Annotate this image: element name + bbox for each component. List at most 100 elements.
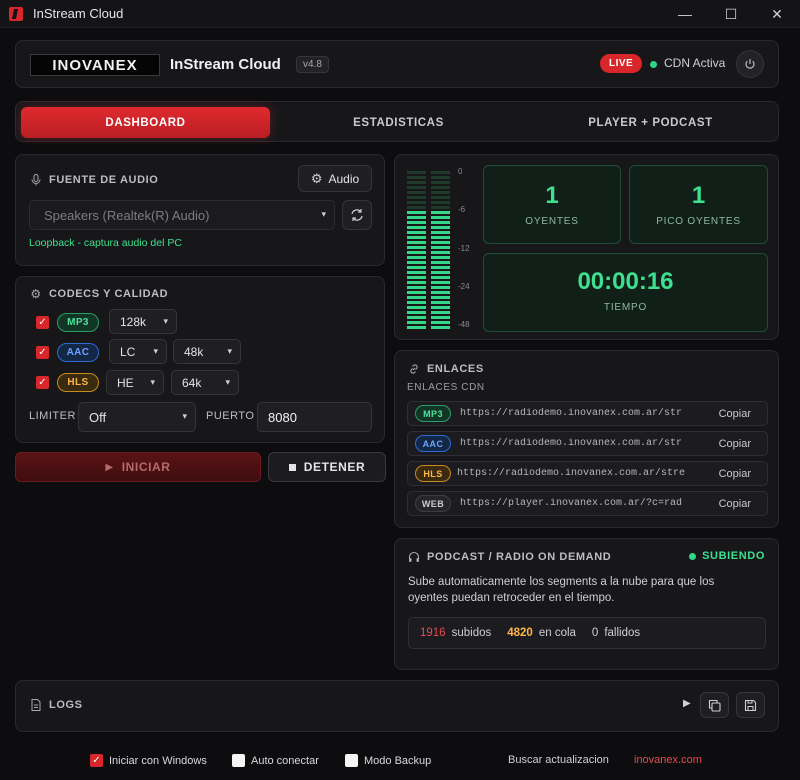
chevron-down-icon: ▾ [150,376,155,387]
listeners-label: OYENTES [525,216,579,227]
header-panel: INOVANEX InStream Cloud v4.8 LIVE CDN Ac… [15,40,779,88]
start-with-windows-checkbox[interactable]: ✓ [90,754,103,767]
stop-button[interactable]: DETENER [268,452,386,482]
copy-link-button[interactable]: Copiar [719,408,751,420]
meter-segment [431,231,450,234]
copy-link-button[interactable]: Copiar [719,498,751,510]
link-row: HLS https://radiodemo.inovanex.com.ar/st… [407,461,768,486]
audio-source-title: FUENTE DE AUDIO [29,173,158,187]
mp3-bitrate-select[interactable]: 128k ▾ [109,309,177,334]
meter-segment [431,271,450,274]
time-card: 00:00:16 TIEMPO [483,253,768,332]
upload-status: SUBIENDO [689,550,765,562]
copy-logs-button[interactable] [700,692,729,718]
auto-connect-checkbox[interactable] [232,754,245,767]
meter-segment [431,221,450,224]
meter-segment [431,291,450,294]
aac-bitrate-select[interactable]: 48k ▾ [173,339,241,364]
port-input[interactable]: 8080 [257,402,372,432]
app-logo-icon [9,6,23,21]
meter-segment [431,186,450,189]
link-url: https://player.inovanex.com.ar/?c=radiod… [460,498,682,509]
meter-segment [407,226,426,229]
podcast-title: PODCAST / RADIO ON DEMAND [407,550,611,564]
meter-segment [431,206,450,209]
meter-scale-label: -24 [458,282,470,291]
meter-segment [431,276,450,279]
failed-count: 0 [591,627,599,639]
meter-scale-label: -12 [458,244,470,253]
audio-settings-button[interactable]: ⚙ Audio [298,165,372,192]
tab-dashboard[interactable]: DASHBOARD [21,107,270,138]
maximize-button[interactable]: ☐ [708,0,754,28]
backup-mode-checkbox[interactable] [345,754,358,767]
expand-logs-icon[interactable]: ▶ [683,698,691,709]
queued-label: en cola [538,627,576,639]
uploaded-count: 1916 [420,627,446,639]
tab-player-podcast[interactable]: PLAYER + PODCAST [526,107,775,138]
meter-segment [407,291,426,294]
copy-link-button[interactable]: Copiar [719,438,751,450]
mp3-enable-checkbox[interactable]: ✓ [36,316,49,329]
close-button[interactable]: ✕ [754,0,800,28]
cdn-status-dot [650,61,657,68]
start-button[interactable]: ▶ INICIAR [15,452,261,482]
meter-segment [431,251,450,254]
meter-segment [407,246,426,249]
meter-segment [407,241,426,244]
meter-segment [407,171,426,174]
meter-segment [431,316,450,319]
gear-icon: ⚙ [310,170,323,186]
auto-connect-option[interactable]: Auto conectar [232,754,319,767]
limiter-select[interactable]: Off ▾ [78,402,196,432]
queued-count: 4820 [507,627,533,639]
hls-enable-checkbox[interactable]: ✓ [36,376,49,389]
codecs-panel: ⚙ CODECS Y CALIDAD ✓ MP3 128k ▾ ✓ AAC LC ▾… [15,276,385,443]
live-badge: LIVE [600,54,643,73]
check-updates-link[interactable]: Buscar actualizacion [508,754,609,766]
minimize-button[interactable]: — [662,0,708,28]
meter-scale-label: -6 [458,205,466,214]
power-button[interactable] [736,50,764,78]
refresh-devices-button[interactable] [342,200,372,230]
link-row: AAC https://radiodemo.inovanex.com.ar/st… [407,431,768,456]
listeners-value: 1 [545,182,559,209]
meter-scale-label: 0 [458,167,463,176]
aac-enable-checkbox[interactable]: ✓ [36,346,49,359]
aac-profile-select[interactable]: LC ▾ [109,339,167,364]
meter-segment [431,176,450,179]
website-link[interactable]: inovanex.com [634,754,702,766]
meter-segment [407,236,426,239]
copy-icon [708,699,721,712]
meter-segment [431,191,450,194]
copy-link-button[interactable]: Copiar [719,468,751,480]
refresh-icon [351,209,363,221]
backup-mode-option[interactable]: Modo Backup [345,754,431,767]
meter-segment [431,236,450,239]
meter-segment [407,326,426,329]
meter-segment [431,261,450,264]
app-name: InStream Cloud [170,56,281,73]
meter-segment [407,201,426,204]
title-bar: InStream Cloud — ☐ ✕ [0,0,800,28]
elapsed-time-label: TIEMPO [603,302,648,313]
meter-segment [407,266,426,269]
podcast-description: Sube automaticamente los segments a la n… [408,576,715,604]
meter-segment [431,171,450,174]
links-subtitle: ENLACES CDN [407,382,485,393]
podcast-panel: PODCAST / RADIO ON DEMAND SUBIENDO Sube … [394,538,779,670]
meter-segment [407,311,426,314]
audio-device-select[interactable]: Speakers (Realtek(R) Audio) ▾ [29,200,335,230]
link-badge-web: WEB [415,495,451,512]
save-logs-button[interactable] [736,692,765,718]
start-with-windows-option[interactable]: ✓ Iniciar con Windows [90,754,207,767]
stop-icon [288,463,296,471]
hls-bitrate-select[interactable]: 64k ▾ [171,370,239,395]
tab-estadisticas[interactable]: ESTADISTICAS [276,107,521,138]
meter-segment [407,261,426,264]
hls-profile-select[interactable]: HE ▾ [106,370,164,395]
save-icon [744,699,757,711]
audio-source-panel: FUENTE DE AUDIO ⚙ Audio Speakers (Realte… [15,154,385,266]
meter-segment [407,196,426,199]
chevron-down-icon: ▾ [163,315,168,326]
